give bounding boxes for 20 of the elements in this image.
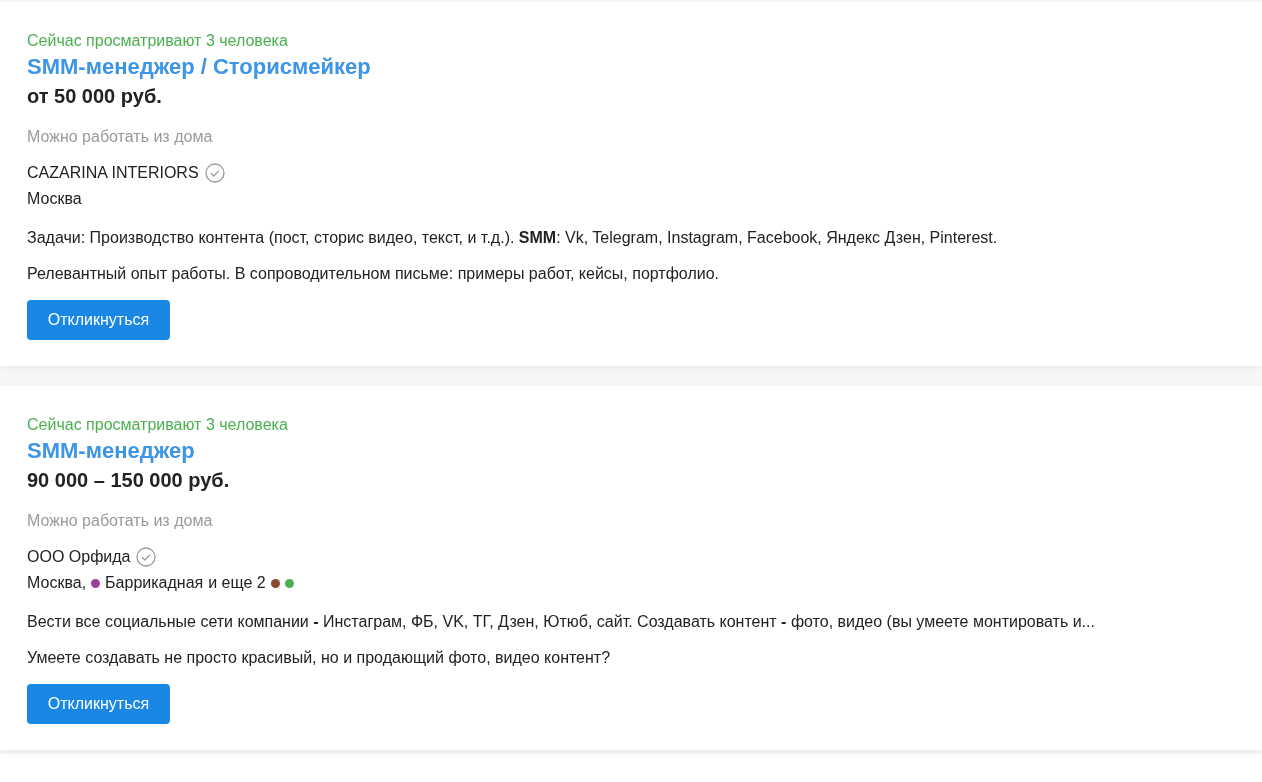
salary-text: от 50 000 руб. [27, 84, 163, 109]
viewers-text: Сейчас просматривают 3 человека [27, 31, 289, 51]
metro-station: Баррикадная [105, 573, 204, 593]
description-text: Вести все социальные сети компании - Инстаграм, ФБ, VK, ТГ, Дзен, Ютюб, сайт. Создавать контент - фото, видео (вы умеете монтировать и... [27, 612, 1096, 632]
salary-text: 90 000 – 150 000 руб. [27, 468, 231, 493]
description-text: Умеете создавать не просто красивый, но и продающий фото, видео контент? [27, 648, 612, 668]
vacancy-title-link[interactable]: SMM-менеджер / Сторисмейкер [27, 52, 1235, 82]
description-text: Релевантный опыт работы. В сопроводительном письме: примеры работ, кейсы, портфолио. [27, 264, 720, 284]
vacancy-title-link[interactable]: SMM-менеджер [27, 436, 1235, 466]
more-stations-text: и еще 2 [208, 573, 266, 593]
remote-work-text: Можно работать из дома [27, 127, 214, 147]
company-name: CAZARINA INTERIORS [27, 163, 199, 183]
city-text: Москва, [27, 573, 87, 593]
viewers-text: Сейчас просматривают 3 человека [27, 415, 289, 435]
respond-button[interactable]: Откликнуться [27, 300, 170, 340]
respond-button[interactable]: Откликнуться [27, 684, 170, 724]
description-text: Задачи: Производство контента (пост, сторис видео, текст, и т.д.). SMM: Vk, Telegram, Instagram, Facebook, Яндекс Дзен, Pinterest. [27, 228, 999, 248]
city-text: Москва [27, 189, 82, 209]
remote-work-text: Можно работать из дома [27, 511, 214, 531]
company-name: ООО Орфида [27, 547, 131, 567]
